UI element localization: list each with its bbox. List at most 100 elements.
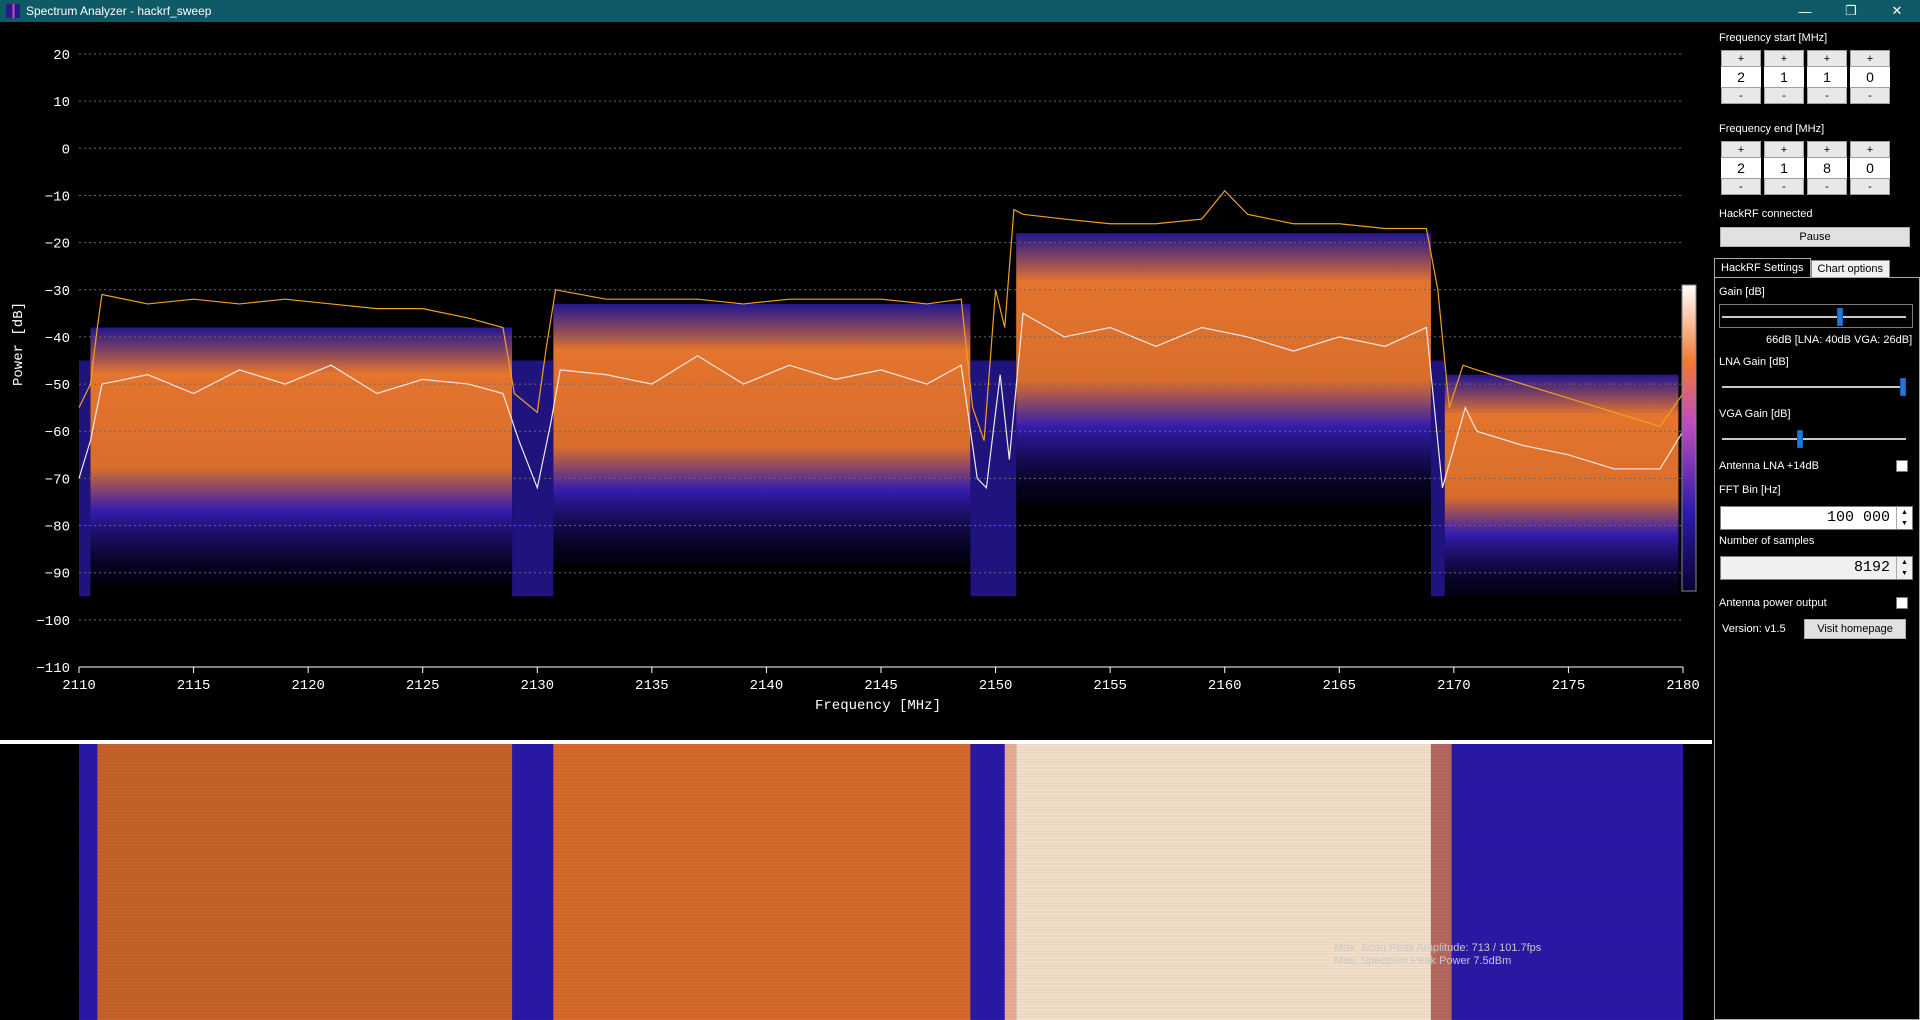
y-tick-label: 0 [62,142,70,158]
lna-gain-label: LNA Gain [dB] [1719,356,1789,368]
antenna-power-label: Antenna power output [1719,597,1827,609]
freq-end-digit-1-plus[interactable]: + [1721,141,1761,158]
fft-bin-value: 100 000 [1826,509,1890,526]
y-tick-label: −50 [45,378,70,394]
y-axis-label: Power [dB] [11,302,27,386]
x-tick-label: 2155 [1093,678,1127,694]
y-tick-label: −10 [45,189,70,205]
vga-gain-slider[interactable] [1722,430,1906,448]
freq-end-digit-4-minus[interactable]: - [1850,178,1890,195]
gain-slider-thumb[interactable] [1837,308,1844,326]
tab-hackrf-settings[interactable]: HackRF Settings [1714,258,1811,277]
version-label: Version: v1.5 [1722,623,1786,635]
y-tick-label: −20 [45,237,70,253]
lna-gain-slider[interactable] [1722,378,1906,396]
lna-gain-slider-thumb[interactable] [1900,378,1906,396]
hackrf-settings-pane [1714,277,1920,1020]
x-tick-label: 2180 [1666,678,1700,694]
x-tick-label: 2140 [750,678,784,694]
spectrum-density [79,233,1679,597]
y-tick-label: −90 [45,567,70,583]
samples-spinbox[interactable]: 8192 ▲ ▼ [1720,556,1913,580]
y-tick-label: 20 [53,48,70,64]
freq-end-digit-4: 0 [1850,158,1890,178]
freq-end-digit-2: 1 [1764,158,1804,178]
x-tick-label: 2150 [979,678,1013,694]
y-tick-label: −70 [45,472,70,488]
samples-value: 8192 [1853,559,1890,576]
freq-start-digit-1-minus[interactable]: - [1721,87,1761,104]
spin-down-icon[interactable]: ▼ [1901,570,1908,577]
freq-start-digit-2-plus[interactable]: + [1764,50,1804,67]
fft-bin-label: FFT Bin [Hz] [1719,484,1781,496]
freq-start-digit-2: 1 [1764,67,1804,87]
device-status: HackRF connected [1719,208,1813,220]
y-tick-label: −60 [45,425,70,441]
y-tick-label: −80 [45,520,70,536]
spin-up-icon[interactable]: ▲ [1901,509,1908,516]
x-tick-label: 2115 [177,678,211,694]
x-tick-label: 2165 [1322,678,1356,694]
x-tick-label: 2145 [864,678,898,694]
restore-button[interactable]: ❐ [1828,0,1874,22]
settings-tabs: HackRF Settings Chart options [1714,258,1890,277]
minimize-button[interactable]: — [1782,0,1828,22]
waterfall-status-line-1: Max. Scan Peak Amplitude: 713 / 101.7fps [1334,942,1542,954]
gap-noise-2 [512,360,554,597]
waterfall-display[interactable]: Max. Scan Peak Amplitude: 713 / 101.7fps… [0,744,1712,1020]
signal-band-1 [90,327,513,583]
x-tick-label: 2110 [62,678,96,694]
control-panel: Frequency start [MHz] + + + + 2 1 1 0 - … [1712,22,1920,1020]
freq-start-digit-1: 2 [1721,67,1761,87]
close-button[interactable]: ✕ [1874,0,1920,22]
y-axis-ticks: 20 10 0 −10 −20 −30 −40 −50 −60 −70 −80 −90 −100 −110 [36,48,70,677]
tab-chart-options[interactable]: Chart options [1810,260,1890,277]
x-tick-label: 2130 [520,678,554,694]
freq-start-digit-3-plus[interactable]: + [1807,50,1847,67]
vga-gain-label: VGA Gain [dB] [1719,408,1791,420]
freq-start-digit-1-plus[interactable]: + [1721,50,1761,67]
x-tick-label: 2120 [291,678,325,694]
window-controls: — ❐ ✕ [1782,0,1920,22]
antenna-lna-checkbox[interactable] [1896,460,1908,472]
spectrum-chart[interactable]: 20 10 0 −10 −20 −30 −40 −50 −60 −70 −80 −90 −100 −110… [0,22,1712,740]
y-tick-label: 10 [53,95,70,111]
freq-start-digit-2-minus[interactable]: - [1764,87,1804,104]
freq-end-digit-1-minus[interactable]: - [1721,178,1761,195]
spectrum-plot-svg: 20 10 0 −10 −20 −30 −40 −50 −60 −70 −80 −90 −100 −110… [11,48,1700,714]
color-scale-bar [1681,284,1697,592]
y-tick-label: −100 [36,614,70,630]
x-axis-label: Frequency [MHz] [815,698,941,714]
samples-stepper[interactable]: ▲ ▼ [1896,557,1912,579]
signal-band-2 [553,303,971,564]
fft-bin-spinbox[interactable]: 100 000 ▲ ▼ [1720,506,1913,530]
freq-end-digit-3-plus[interactable]: + [1807,141,1847,158]
antenna-power-checkbox[interactable] [1896,597,1908,609]
fft-bin-stepper[interactable]: ▲ ▼ [1896,507,1912,529]
vga-gain-slider-thumb[interactable] [1796,430,1803,448]
freq-start-digit-4: 0 [1850,67,1890,87]
y-tick-label: −40 [45,331,70,347]
spin-down-icon[interactable]: ▼ [1901,520,1908,527]
spin-up-icon[interactable]: ▲ [1901,559,1908,566]
freq-end-editor: + + + + 2 1 8 0 - - - - [1721,141,1911,195]
x-tick-label: 2170 [1437,678,1471,694]
signal-band-4 [1444,374,1679,597]
antenna-lna-label: Antenna LNA +14dB [1719,460,1819,472]
freq-end-digit-3-minus[interactable]: - [1807,178,1847,195]
freq-start-digit-4-minus[interactable]: - [1850,87,1890,104]
pause-button[interactable]: Pause [1720,227,1910,247]
freq-start-digit-3: 1 [1807,67,1847,87]
freq-end-digit-2-minus[interactable]: - [1764,178,1804,195]
x-tick-label: 2135 [635,678,669,694]
signal-band-3 [1016,233,1431,502]
y-tick-label: −30 [45,284,70,300]
freq-start-digit-4-plus[interactable]: + [1850,50,1890,67]
freq-start-digit-3-minus[interactable]: - [1807,87,1847,104]
freq-end-digit-4-plus[interactable]: + [1850,141,1890,158]
freq-end-digit-3: 8 [1807,158,1847,178]
gain-slider[interactable] [1722,308,1906,326]
visit-homepage-button[interactable]: Visit homepage [1804,619,1906,639]
gain-readout: 66dB [LNA: 40dB VGA: 26dB] [1766,334,1913,346]
freq-end-digit-2-plus[interactable]: + [1764,141,1804,158]
